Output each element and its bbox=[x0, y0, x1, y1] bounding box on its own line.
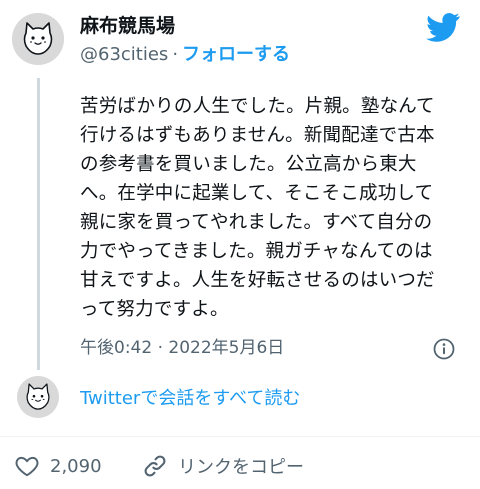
copy-link-label: リンクをコピー bbox=[178, 457, 304, 478]
separator-dot: · bbox=[172, 44, 179, 65]
action-bar: 2,090 リンクをコピー bbox=[0, 450, 480, 482]
copy-link-button[interactable]: リンクをコピー bbox=[142, 450, 304, 482]
handle-row: @63cities · フォローする bbox=[80, 43, 290, 67]
avatar[interactable] bbox=[12, 13, 64, 65]
link-icon bbox=[144, 455, 166, 477]
divider bbox=[0, 436, 480, 437]
thread-line bbox=[37, 78, 40, 370]
tweet-timestamp[interactable]: 午後0:42 · 2022年5月6日 bbox=[80, 336, 284, 360]
cat-face-icon bbox=[17, 376, 59, 418]
display-name[interactable]: 麻布競馬場 bbox=[80, 14, 175, 38]
twitter-bird-icon[interactable] bbox=[426, 12, 460, 42]
like-button[interactable]: 2,090 bbox=[14, 450, 102, 482]
thread-avatar[interactable] bbox=[17, 376, 59, 418]
info-icon[interactable] bbox=[432, 337, 456, 361]
cat-face-icon bbox=[12, 13, 64, 65]
read-conversation-link[interactable]: Twitterで会話をすべて読む bbox=[80, 387, 300, 411]
heart-icon bbox=[15, 456, 39, 477]
follow-button[interactable]: フォローする bbox=[182, 44, 290, 65]
like-count: 2,090 bbox=[50, 455, 102, 477]
user-handle[interactable]: @63cities bbox=[80, 44, 168, 65]
tweet-text: 苦労ばかりの人生でした。片親。塾なんて 行けるはずもありません。新聞配達で古本 … bbox=[80, 96, 435, 320]
